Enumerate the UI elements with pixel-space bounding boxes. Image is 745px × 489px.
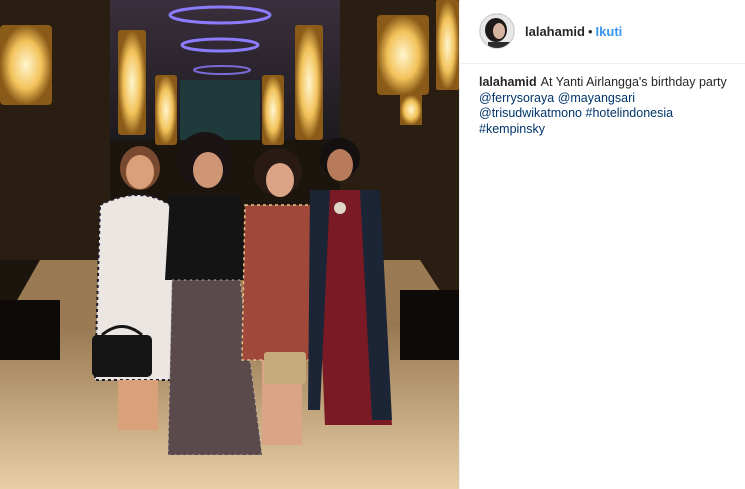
mention-ferrysoraya[interactable]: @ferrysoraya: [479, 91, 554, 105]
username-link[interactable]: lalahamid: [525, 24, 585, 39]
follow-button[interactable]: Ikuti: [596, 24, 623, 39]
separator-dot: •: [587, 24, 593, 39]
post-photo[interactable]: [0, 0, 459, 489]
header-user-line: lalahamid • Ikuti: [525, 24, 622, 39]
post-sidebar: lalahamid • Ikuti lalahamid At Yanti Airlan…: [459, 0, 745, 489]
avatar[interactable]: [479, 13, 515, 49]
party-photo-illustration: [0, 0, 459, 489]
hashtag-hotelindonesia[interactable]: #hotelindonesia: [586, 106, 674, 120]
caption-text: At Yanti Airlangga's birthday party: [540, 75, 727, 89]
profile-photo-icon: [480, 14, 514, 48]
instagram-post: lalahamid • Ikuti lalahamid At Yanti Airlan…: [0, 0, 745, 489]
mention-trisudwikatmono[interactable]: @trisudwikatmono: [479, 106, 582, 120]
post-caption: lalahamid At Yanti Airlangga's birthday p…: [479, 75, 734, 137]
post-header: lalahamid • Ikuti: [460, 0, 745, 64]
mention-mayangsari[interactable]: @mayangsari: [558, 91, 635, 105]
caption-username[interactable]: lalahamid: [479, 75, 537, 89]
hashtag-kempinsky[interactable]: #kempinsky: [479, 122, 545, 136]
